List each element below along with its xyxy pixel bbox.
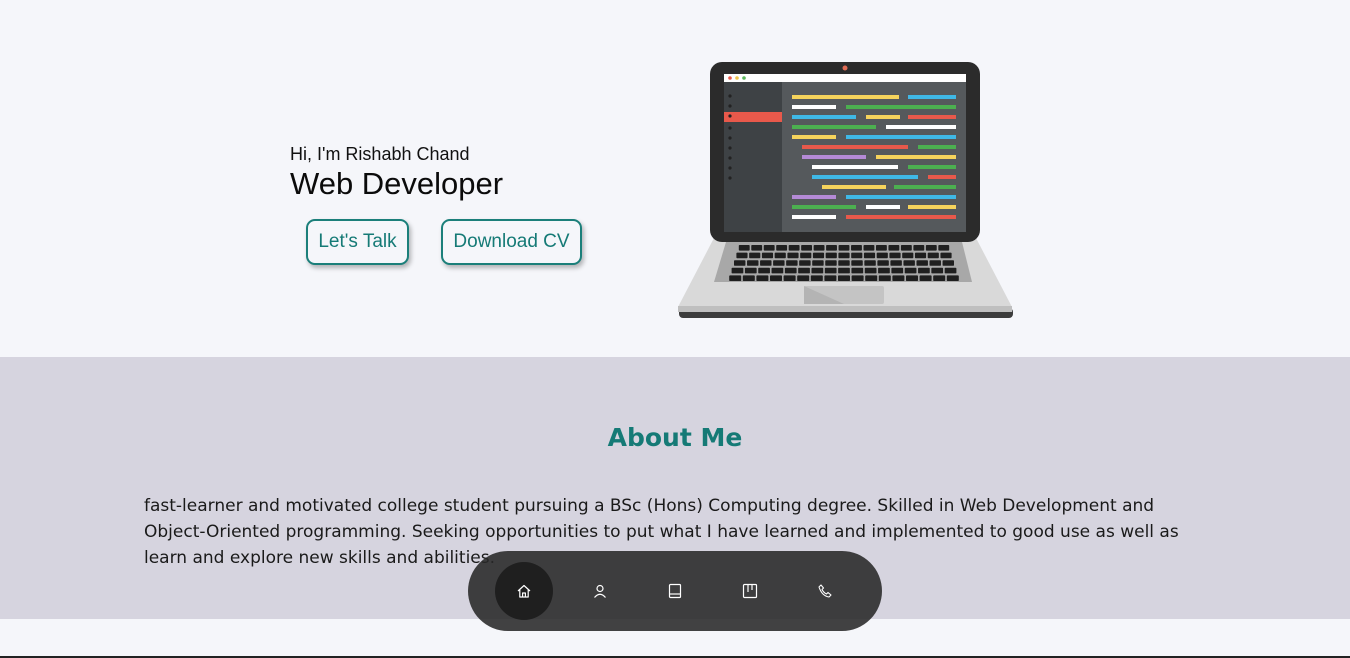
user-icon (594, 584, 606, 598)
lets-talk-button[interactable]: Let's Talk (306, 219, 409, 265)
home-icon (517, 584, 531, 598)
about-title: About Me (607, 423, 743, 452)
bottom-nav (468, 551, 882, 631)
phone-icon (818, 584, 832, 598)
hero-greeting: Hi, I'm Rishabh Chand (290, 144, 470, 164)
nav-portfolio[interactable] (721, 562, 779, 620)
nav-contact[interactable] (796, 562, 854, 620)
portfolio-icon (742, 583, 758, 599)
download-cv-button[interactable]: Download CV (441, 219, 582, 265)
nav-experience[interactable] (646, 562, 704, 620)
laptop-illustration (678, 62, 1013, 318)
nav-home[interactable] (495, 562, 553, 620)
book-icon (668, 583, 682, 599)
nav-about[interactable] (571, 562, 629, 620)
hero-section: Hi, I'm Rishabh Chand Web Developer Let'… (0, 0, 1350, 357)
hero-role: Web Developer (290, 166, 504, 201)
